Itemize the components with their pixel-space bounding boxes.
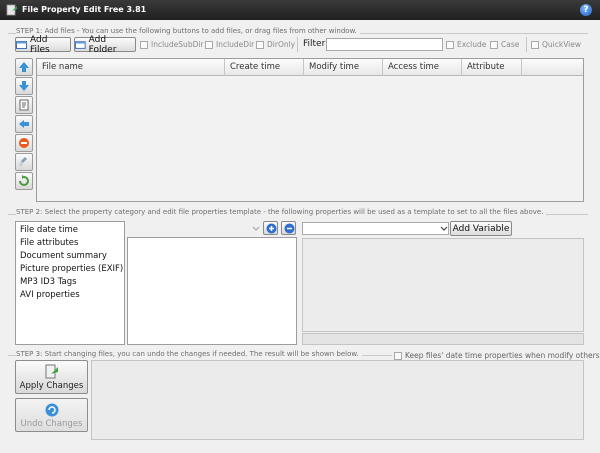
add-variable-label: Add Variable bbox=[452, 223, 510, 234]
apply-icon bbox=[45, 364, 58, 379]
quickview-label: QuickView bbox=[542, 40, 582, 49]
exclude-checkbox[interactable]: Exclude bbox=[446, 40, 486, 49]
category-item[interactable]: Picture properties (EXIF) bbox=[20, 264, 123, 274]
plus-icon bbox=[266, 223, 277, 234]
result-log-panel[interactable] bbox=[91, 360, 584, 440]
clear-button[interactable] bbox=[15, 153, 33, 171]
include-subdir-label: IncludeSubDir bbox=[151, 40, 204, 49]
quickview-checkbox[interactable]: QuickView bbox=[531, 40, 581, 49]
window-title: File Property Edit Free 3.81 bbox=[22, 5, 147, 14]
move-top-button[interactable] bbox=[15, 58, 33, 76]
category-item[interactable]: AVI properties bbox=[20, 290, 80, 300]
toolbar-separator bbox=[297, 37, 298, 52]
add-folder-button[interactable]: Add Folder bbox=[74, 34, 136, 55]
variable-select[interactable] bbox=[302, 222, 449, 235]
include-subdir-checkbox[interactable]: IncludeSubDir bbox=[140, 40, 204, 49]
filter-label: Filter: bbox=[303, 39, 329, 49]
category-item[interactable]: Document summary bbox=[20, 251, 107, 261]
add-variable-button[interactable]: Add Variable bbox=[450, 221, 512, 236]
keep-times-box[interactable] bbox=[394, 351, 402, 360]
dir-only-label: DirOnly bbox=[267, 40, 296, 49]
add-files-button[interactable]: Add Files bbox=[15, 34, 71, 55]
filter-input[interactable] bbox=[326, 38, 443, 51]
dir-only-box[interactable] bbox=[256, 40, 264, 49]
include-subdir-box[interactable] bbox=[140, 40, 148, 49]
title-bar: File Property Edit Free 3.81 ? bbox=[0, 0, 600, 20]
keep-times-checkbox[interactable]: Keep files' date time properties when mo… bbox=[392, 351, 600, 360]
property-list[interactable] bbox=[127, 237, 297, 345]
exclude-box[interactable] bbox=[446, 40, 454, 49]
document-icon bbox=[19, 99, 29, 111]
case-box[interactable] bbox=[490, 40, 498, 49]
undo-icon bbox=[45, 403, 58, 417]
properties-button[interactable] bbox=[15, 96, 33, 114]
small-dropdown-icon[interactable] bbox=[252, 226, 260, 232]
back-button[interactable] bbox=[15, 115, 33, 133]
add-files-label: Add Files bbox=[29, 34, 50, 55]
category-item[interactable]: MP3 ID3 Tags bbox=[20, 277, 77, 287]
toolbar-separator-2 bbox=[526, 37, 527, 52]
property-editor-panel[interactable] bbox=[302, 238, 584, 332]
step2-label: STEP 2: Select the property category and… bbox=[16, 208, 547, 216]
app-icon bbox=[6, 4, 17, 16]
include-dir-label: IncludeDir bbox=[216, 40, 255, 49]
column-access-time[interactable]: Access time bbox=[383, 59, 462, 76]
category-item[interactable]: File attributes bbox=[20, 238, 78, 248]
main-window: File Property Edit Free 3.81 ? STEP 1: A… bbox=[0, 0, 600, 453]
include-dir-box[interactable] bbox=[205, 40, 213, 49]
chevron-down-icon bbox=[440, 226, 448, 231]
column-attribute[interactable]: Attribute bbox=[462, 59, 522, 76]
apply-changes-button[interactable]: Apply Changes bbox=[15, 360, 88, 394]
table-header: File name Create time Modify time Access… bbox=[37, 59, 583, 76]
refresh-icon bbox=[19, 175, 29, 186]
add-folder-label: Add Folder bbox=[88, 34, 117, 55]
step3-label: STEP 3: Start changing files, you can un… bbox=[16, 350, 362, 358]
arrow-up-icon bbox=[19, 62, 29, 72]
refresh-button[interactable] bbox=[15, 172, 33, 190]
apply-changes-label: Apply Changes bbox=[19, 381, 84, 391]
file-list-table[interactable]: File name Create time Modify time Access… bbox=[36, 58, 584, 202]
column-file-name[interactable]: File name bbox=[37, 59, 225, 76]
dir-only-checkbox[interactable]: DirOnly bbox=[256, 40, 295, 49]
minus-icon bbox=[284, 223, 295, 234]
broom-icon bbox=[19, 157, 27, 167]
keep-times-label: Keep files' date time properties when mo… bbox=[405, 351, 600, 360]
horizontal-scrollbar[interactable] bbox=[302, 333, 584, 345]
remove-icon bbox=[19, 138, 29, 148]
undo-changes-button[interactable]: Undo Changes bbox=[15, 398, 88, 432]
add-folder-icon bbox=[75, 40, 86, 49]
column-modify-time[interactable]: Modify time bbox=[304, 59, 383, 76]
remove-button[interactable] bbox=[15, 134, 33, 152]
include-dir-checkbox[interactable]: IncludeDir bbox=[205, 40, 254, 49]
move-down-button[interactable] bbox=[15, 77, 33, 95]
add-property-button[interactable] bbox=[263, 221, 278, 235]
arrow-down-icon bbox=[19, 81, 29, 91]
help-button[interactable]: ? bbox=[580, 4, 592, 16]
case-checkbox[interactable]: Case bbox=[490, 40, 519, 49]
arrow-left-icon bbox=[19, 120, 29, 128]
exclude-label: Exclude bbox=[457, 40, 487, 49]
column-create-time[interactable]: Create time bbox=[225, 59, 304, 76]
quickview-box[interactable] bbox=[531, 40, 539, 49]
remove-property-button[interactable] bbox=[281, 221, 296, 235]
case-label: Case bbox=[501, 40, 520, 49]
undo-changes-label: Undo Changes bbox=[20, 419, 83, 429]
add-files-icon bbox=[16, 40, 27, 49]
category-item[interactable]: File date time bbox=[20, 225, 78, 235]
category-list[interactable]: File date time File attributes Document … bbox=[15, 221, 125, 345]
